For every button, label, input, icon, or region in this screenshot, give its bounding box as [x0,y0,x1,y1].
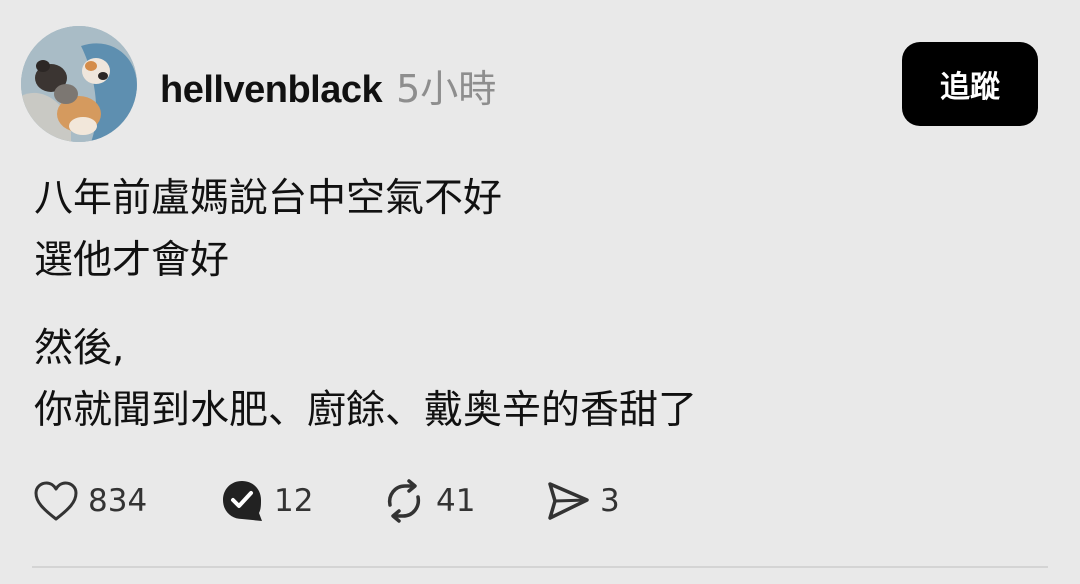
thread-post: hellvenblack 5小時 追蹤 八年前盧媽說台中空氣不好 選他才會好 然… [0,0,1080,584]
post-header: hellvenblack 5小時 [160,58,496,111]
repost-count: 41 [436,483,476,519]
share-button[interactable]: 3 [544,474,620,528]
divider [32,566,1048,568]
post-text-line: 選他才會好 [34,238,230,283]
reply-bubble-icon [218,477,266,525]
repost-icon [380,477,428,525]
follow-button[interactable]: 追蹤 [902,42,1038,126]
reply-button[interactable]: 12 [218,474,313,528]
reply-count: 12 [274,483,314,519]
action-bar: 834 12 41 3 [32,474,1052,528]
share-count: 3 [600,483,620,519]
heart-icon [32,477,80,525]
post-body: 八年前盧媽說台中空氣不好 選他才會好 然後, 你就聞到水肥、廚餘、戴奥辛的香甜了 [34,168,1034,442]
avatar[interactable] [21,26,137,142]
post-paragraph: 八年前盧媽說台中空氣不好 選他才會好 [34,168,1034,292]
post-text-line: 八年前盧媽說台中空氣不好 [34,176,503,221]
like-button[interactable]: 834 [32,474,147,528]
username[interactable]: hellvenblack [160,69,383,112]
timestamp: 5小時 [396,67,497,111]
post-paragraph: 然後, 你就聞到水肥、廚餘、戴奥辛的香甜了 [34,318,1034,442]
repost-button[interactable]: 41 [380,474,475,528]
post-text-line: 你就聞到水肥、廚餘、戴奥辛的香甜了 [34,388,698,433]
post-text-line: 然後, [34,326,125,371]
like-count: 834 [88,483,148,519]
avatar-cats-photo-icon [21,26,137,142]
send-icon [544,477,592,525]
